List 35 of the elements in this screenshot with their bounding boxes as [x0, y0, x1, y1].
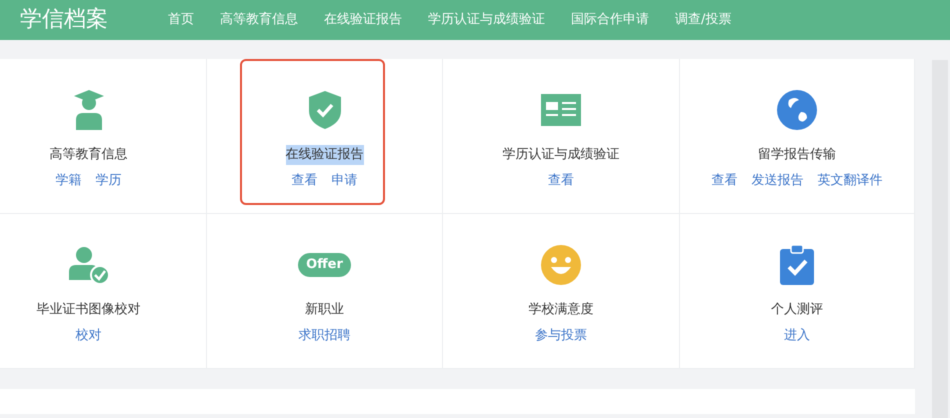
service-link[interactable]: 申请: [332, 170, 358, 190]
clipboard-check-icon: [780, 245, 814, 285]
service-title: 个人测评: [771, 301, 823, 319]
service-link[interactable]: 进入: [784, 326, 810, 345]
service-title: 毕业证书图像校对: [36, 301, 140, 319]
graduate-icon: [74, 90, 104, 130]
service-title: 学历认证与成绩验证: [502, 146, 620, 164]
shield-icon: [308, 91, 340, 129]
user-check-icon: [68, 246, 108, 284]
nav-link[interactable]: 首页: [168, 10, 194, 30]
service-link[interactable]: 学历: [96, 170, 122, 190]
nav-link[interactable]: 在线验证报告: [324, 10, 402, 30]
nav-link[interactable]: 国际合作申请: [571, 10, 649, 30]
nav-link[interactable]: 学历认证与成绩验证: [428, 10, 545, 30]
service-link[interactable]: 求职招聘: [298, 326, 350, 345]
service-title: 留学报告传输: [758, 146, 836, 164]
service-title: 高等教育信息: [50, 146, 128, 164]
service-link[interactable]: 学籍: [56, 170, 82, 190]
site-logo[interactable]: 学信档案: [20, 9, 108, 31]
service-link[interactable]: 查看: [292, 170, 318, 190]
smiley-icon: [541, 245, 581, 285]
service-title: 学校满意度: [528, 301, 594, 319]
service-link[interactable]: 查看: [712, 170, 738, 190]
offer-badge: Offer: [298, 253, 351, 277]
nav-link[interactable]: 调查/投票: [675, 10, 732, 30]
service-link[interactable]: 查看: [548, 170, 574, 190]
id-card-icon: [541, 94, 581, 126]
service-link[interactable]: 校对: [76, 326, 102, 345]
service-link[interactable]: 参与投票: [535, 326, 587, 345]
service-link[interactable]: 英文翻译件: [818, 170, 882, 190]
service-title: 新职业: [305, 301, 344, 319]
service-link[interactable]: 发送报告: [752, 170, 804, 190]
globe-icon: [777, 90, 817, 130]
nav-link[interactable]: 高等教育信息: [220, 10, 298, 30]
service-title: 在线验证报告: [286, 145, 364, 164]
